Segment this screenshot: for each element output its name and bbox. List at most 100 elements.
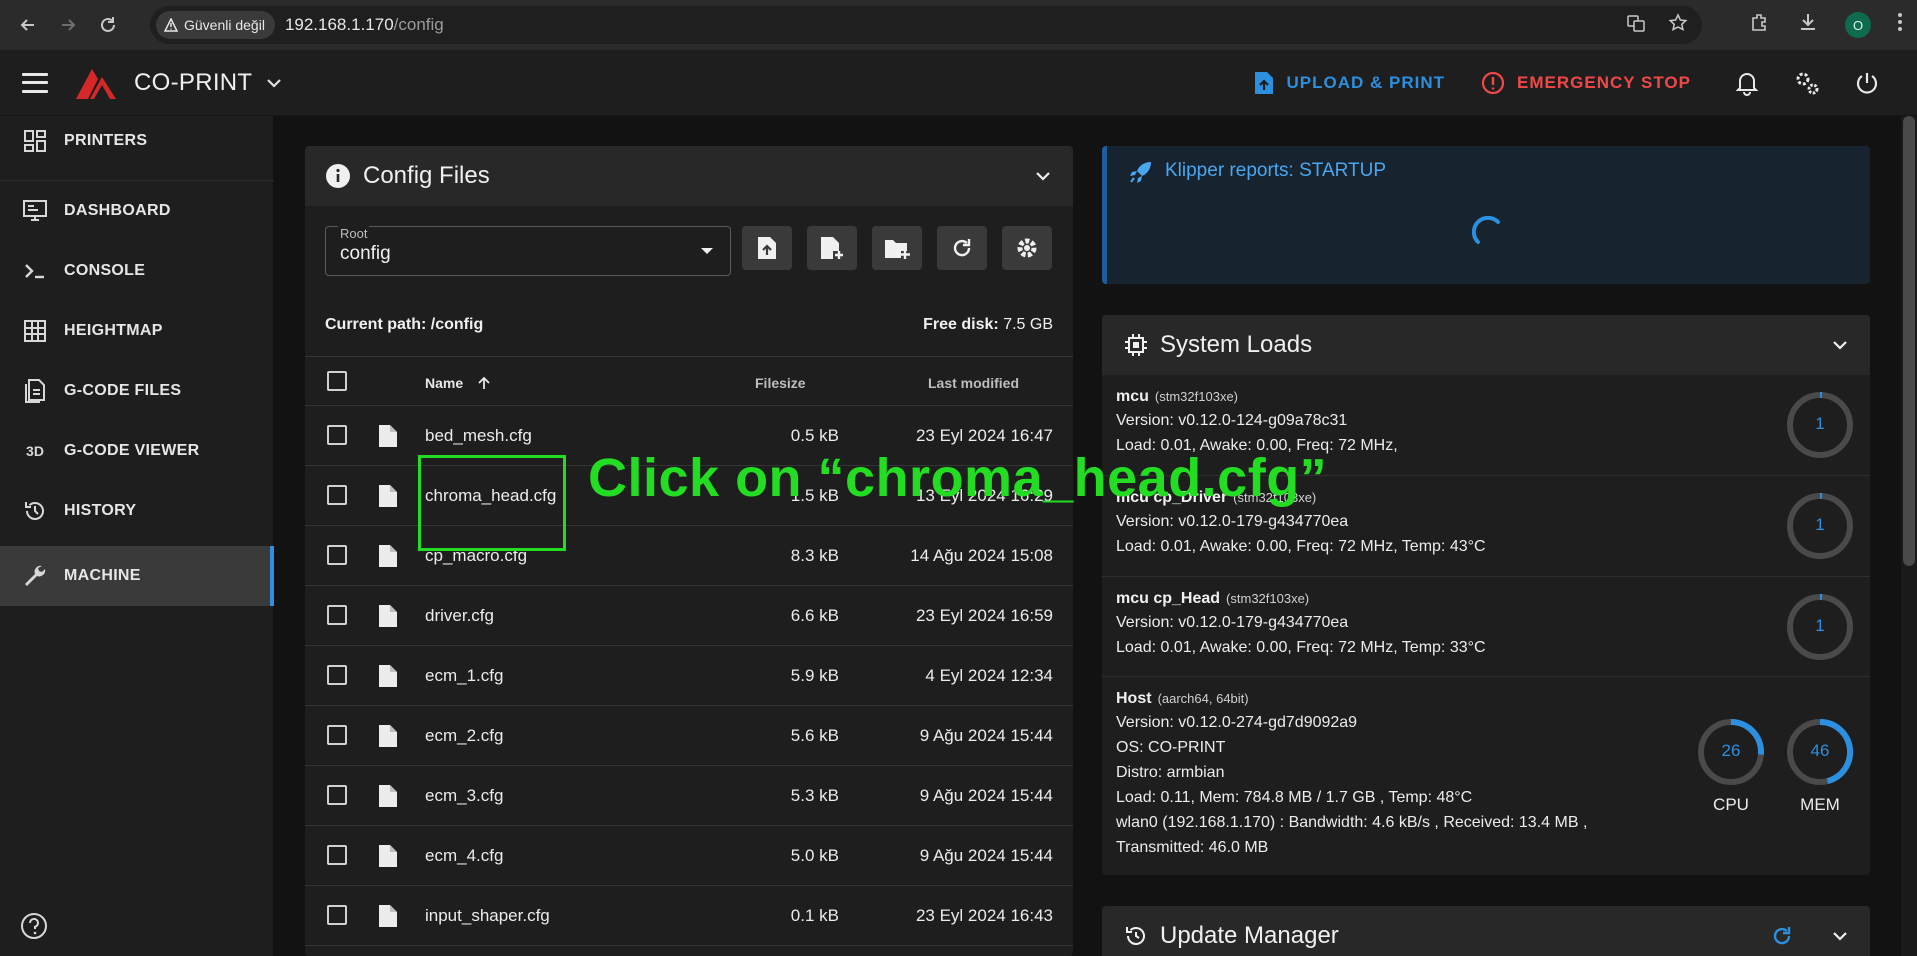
file-name[interactable]: ecm_4.cfg (425, 846, 503, 866)
sidebar-item-gcode-files[interactable]: G-CODE FILES (0, 366, 274, 416)
browser-menu-icon[interactable] (1897, 12, 1903, 38)
file-plus-icon (821, 237, 843, 259)
klipper-status-card: Klipper reports: STARTUP (1102, 146, 1870, 284)
host-load: Load: 0.11, Mem: 784.8 MB / 1.7 GB , Tem… (1116, 789, 1473, 806)
row-checkbox[interactable] (327, 485, 347, 505)
chevron-down-icon[interactable] (1033, 166, 1053, 186)
column-last-modified[interactable]: Last modified (928, 375, 1019, 391)
file-row[interactable]: ecm_4.cfg 5.0 kB 9 Ağu 2024 15:44 (305, 826, 1073, 886)
loading-spinner-icon (1472, 216, 1500, 244)
sidebar-item-console[interactable]: CONSOLE (0, 246, 274, 296)
mem-value: 46 (1810, 741, 1830, 760)
settings-button[interactable] (1002, 226, 1052, 270)
profile-avatar[interactable]: O (1845, 12, 1871, 38)
upload-print-label: UPLOAD & PRINT (1286, 73, 1446, 92)
file-name[interactable]: ecm_2.cfg (425, 726, 503, 746)
row-checkbox[interactable] (327, 605, 347, 625)
new-file-button[interactable] (807, 226, 857, 270)
sidebar-divider (0, 180, 274, 181)
gear-icon (1017, 238, 1037, 258)
scrollbar-thumb[interactable] (1903, 116, 1915, 566)
klipper-status-text: Klipper reports: STARTUP (1165, 160, 1387, 181)
settings-gears-icon[interactable] (1787, 63, 1827, 103)
column-name[interactable]: Name (425, 375, 491, 391)
upload-file-button[interactable] (742, 226, 792, 270)
update-manager-card: Update Manager (1102, 906, 1870, 956)
menu-toggle-icon[interactable] (22, 72, 48, 93)
reload-icon[interactable] (94, 11, 122, 39)
update-manager-header[interactable]: Update Manager (1102, 906, 1870, 956)
download-icon[interactable] (1797, 11, 1819, 39)
rocket-icon (1130, 162, 1151, 183)
chevron-down-icon[interactable] (1830, 335, 1850, 355)
row-checkbox[interactable] (327, 425, 347, 445)
help-icon[interactable] (20, 912, 48, 940)
file-name[interactable]: bed_mesh.cfg (425, 426, 532, 446)
row-checkbox[interactable] (327, 545, 347, 565)
row-checkbox[interactable] (327, 725, 347, 745)
file-row[interactable]: ecm_2.cfg 5.6 kB 9 Ağu 2024 15:44 (305, 706, 1073, 766)
root-select-label: Root (338, 226, 370, 241)
upload-print-button[interactable]: UPLOAD & PRINT (1253, 70, 1446, 96)
chevron-down-icon[interactable] (266, 72, 282, 93)
sidebar-item-machine[interactable]: MACHINE (0, 546, 274, 606)
sidebar-item-heightmap[interactable]: HEIGHTMAP (0, 306, 274, 356)
extensions-icon[interactable] (1749, 11, 1771, 39)
row-checkbox[interactable] (327, 665, 347, 685)
sidebar-item-label: G-CODE FILES (64, 382, 182, 399)
file-row[interactable]: ecm_1.cfg 5.9 kB 4 Eyl 2024 12:34 (305, 646, 1073, 706)
forward-icon[interactable] (54, 11, 82, 39)
emergency-stop-button[interactable]: EMERGENCY STOP (1481, 71, 1691, 95)
sidebar-item-history[interactable]: HISTORY (0, 486, 274, 536)
sidebar-item-gcode-viewer[interactable]: 3D G-CODE VIEWER (0, 426, 274, 476)
power-icon[interactable] (1847, 63, 1887, 103)
row-checkbox[interactable] (327, 785, 347, 805)
file-modified: 14 Ağu 2024 15:08 (910, 546, 1053, 565)
system-loads-header[interactable]: System Loads (1102, 315, 1870, 375)
file-name[interactable]: ecm_3.cfg (425, 786, 503, 806)
file-name[interactable]: input_shaper.cfg (425, 906, 550, 926)
page-scrollbar[interactable] (1901, 116, 1917, 956)
file-icon (379, 425, 397, 447)
row-checkbox[interactable] (327, 845, 347, 865)
file-row[interactable]: input_shaper.cfg 0.1 kB 23 Eyl 2024 16:43 (305, 886, 1073, 946)
url-host: 192.168.1.170 (284, 15, 394, 34)
new-folder-button[interactable] (872, 226, 922, 270)
file-row[interactable]: ecm_3.cfg 5.3 kB 9 Ağu 2024 15:44 (305, 766, 1073, 826)
security-chip[interactable]: Güvenli değil (156, 11, 275, 39)
bell-icon[interactable] (1727, 63, 1767, 103)
refresh-icon (953, 239, 971, 257)
cpu-value: 26 (1721, 741, 1741, 760)
refresh-icon[interactable] (1770, 924, 1794, 948)
refresh-button[interactable] (937, 226, 987, 270)
file-modified: 9 Ağu 2024 15:44 (919, 726, 1053, 745)
file-size: 8.3 kB (790, 546, 839, 565)
brand-name[interactable]: CO-PRINT (134, 69, 252, 97)
translate-icon[interactable] (1626, 13, 1646, 38)
mcu-name: mcu cp_Head (stm32f103xe) (1116, 590, 1309, 608)
mcu-block: mcu cp_Head (stm32f103xe) Version: v0.12.… (1102, 577, 1870, 677)
file-row[interactable]: driver.cfg 6.6 kB 23 Eyl 2024 16:59 (305, 586, 1073, 646)
back-icon[interactable] (14, 11, 42, 39)
sidebar-item-dashboard[interactable]: DASHBOARD (0, 186, 274, 236)
sidebar-item-printers[interactable]: PRINTERS (0, 116, 274, 166)
sidebar-item-label: PRINTERS (64, 132, 148, 149)
host-distro: Distro: armbian (1116, 764, 1225, 781)
url-path: /config (393, 15, 444, 34)
column-filesize[interactable]: Filesize (755, 375, 806, 391)
root-select-value: config (340, 243, 391, 264)
config-files-header[interactable]: Config Files (305, 146, 1073, 206)
free-disk-value: 7.5 GB (1003, 316, 1053, 333)
bookmark-star-icon[interactable] (1668, 12, 1688, 38)
browser-toolbar: Güvenli değil 192.168.1.170/config O (0, 0, 1917, 50)
root-select[interactable]: Root config (325, 226, 731, 276)
file-name[interactable]: driver.cfg (425, 606, 494, 626)
address-bar[interactable]: Güvenli değil 192.168.1.170/config (150, 6, 1702, 44)
heightmap-icon (20, 316, 50, 346)
system-loads-card: System Loads mcu (stm32f103xe) Version: v… (1102, 315, 1870, 875)
select-all-checkbox[interactable] (327, 371, 347, 391)
chevron-down-icon[interactable] (1830, 926, 1850, 946)
alert-circle-icon (1481, 71, 1505, 95)
row-checkbox[interactable] (327, 905, 347, 925)
file-name[interactable]: ecm_1.cfg (425, 666, 503, 686)
